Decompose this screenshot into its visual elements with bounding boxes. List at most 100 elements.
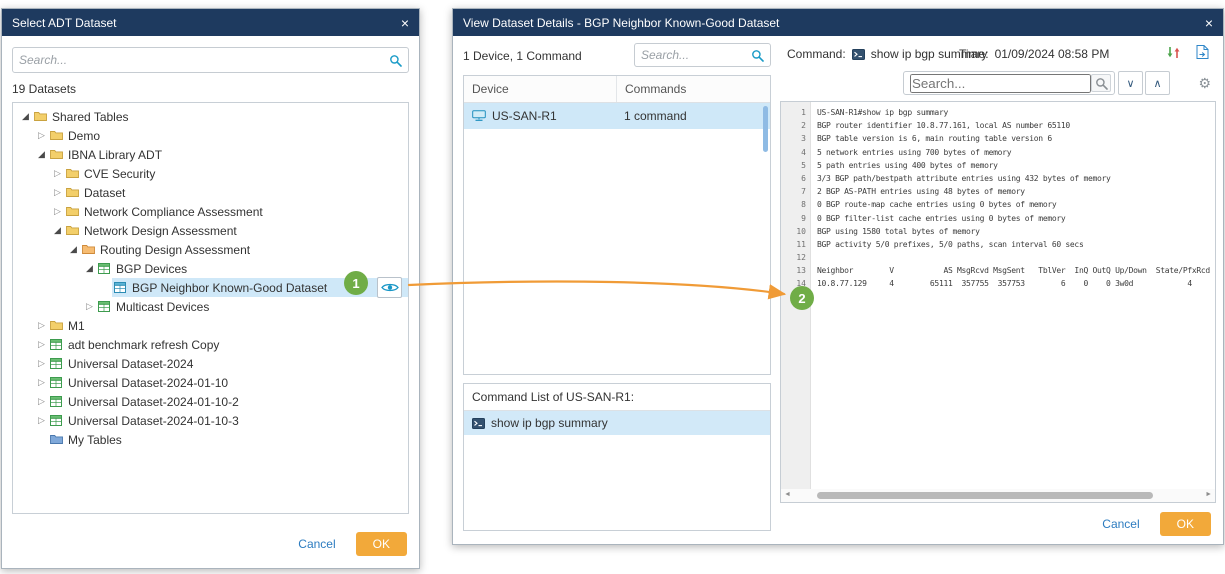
folder-icon: [50, 130, 66, 141]
tree-item-content: CVE Security: [64, 164, 408, 183]
scroll-right-icon[interactable]: ►: [1205, 491, 1212, 498]
tree-item-label: Universal Dataset-2024-01-10-2: [68, 395, 239, 409]
tree-item-label: IBNA Library ADT: [68, 148, 162, 162]
tree-item-universal-dataset-2024[interactable]: ▷ Universal Dataset-2024: [13, 354, 408, 373]
tree-item-network-design-assessment[interactable]: ◢ Network Design Assessment: [13, 221, 408, 240]
device-table-header-commands: Commands: [616, 76, 770, 102]
tree-item-multicast-devices[interactable]: ▷Multicast Devices: [13, 297, 408, 316]
find-in-page-icon[interactable]: [1091, 74, 1111, 92]
command-list-item-show-ip-bgp-summary[interactable]: show ip bgp summary: [464, 411, 770, 435]
device-table-scrollbar[interactable]: [763, 106, 768, 152]
select-dialog-title: Select ADT Dataset: [12, 16, 117, 30]
tree-item-my-tables[interactable]: My Tables: [13, 430, 408, 449]
scroll-left-icon[interactable]: ◄: [784, 491, 791, 498]
dataset-count-label: 19 Datasets: [12, 82, 76, 96]
code-line: Neighbor V AS MsgRcvd MsgSent TblVer InQ…: [817, 264, 1215, 277]
expander-icon[interactable]: ▷: [35, 130, 48, 141]
tree-item-label: Universal Dataset-2024-01-10: [68, 376, 228, 390]
close-icon[interactable]: ×: [401, 16, 409, 30]
tree-item-m1[interactable]: ▷ M1: [13, 316, 408, 335]
table-icon: [50, 358, 66, 369]
code-line: 2 BGP AS-PATH entries using 48 bytes of …: [817, 185, 1215, 198]
tree-item-routing-design-assessment[interactable]: ◢ Routing Design Assessment: [13, 240, 408, 259]
expander-icon[interactable]: ◢: [83, 263, 96, 274]
tree-item-universal-dataset-2024-01-10[interactable]: ▷ Universal Dataset-2024-01-10: [13, 373, 408, 392]
command-list-panel: Command List of US-SAN-R1: show ip bgp s…: [463, 383, 771, 531]
expander-icon[interactable]: ◢: [51, 225, 64, 236]
tree-item-content: Universal Dataset-2024-01-10: [48, 373, 408, 392]
tree-item-cve-security[interactable]: ▷CVE Security: [13, 164, 408, 183]
output-hscrollbar[interactable]: ◄ ►: [781, 489, 1215, 502]
expander-icon[interactable]: ▷: [35, 377, 48, 388]
expander-icon[interactable]: ▷: [51, 187, 64, 198]
folder-icon: [50, 320, 66, 331]
command-list-items: show ip bgp summary: [464, 411, 770, 435]
folder-icon: [66, 187, 82, 198]
eye-icon: [381, 282, 399, 293]
tree-item-label: BGP Devices: [116, 262, 187, 276]
device-name: US-SAN-R1: [492, 109, 557, 123]
command-label: Command:: [787, 47, 846, 61]
tree-item-label: Routing Design Assessment: [100, 243, 250, 257]
code-line-number: 7: [781, 185, 806, 198]
code-line: BGP using 1580 total bytes of memory: [817, 225, 1215, 238]
expander-icon[interactable]: ◢: [35, 149, 48, 160]
tree-item-label: Universal Dataset-2024: [68, 357, 193, 371]
select-dialog-titlebar: Select ADT Dataset ×: [2, 9, 419, 36]
find-next-button[interactable]: ∨: [1118, 71, 1143, 95]
tree-item-dataset[interactable]: ▷Dataset: [13, 183, 408, 202]
view-dataset-details-dialog: View Dataset Details - BGP Neighbor Know…: [452, 8, 1224, 545]
tree-item-label: Network Design Assessment: [84, 224, 237, 238]
tree-item-content: Universal Dataset-2024: [48, 354, 408, 373]
expander-icon[interactable]: ▷: [83, 301, 96, 312]
command-header: Command: show ip bgp summary: [787, 47, 987, 61]
dataset-search-input[interactable]: [19, 53, 385, 67]
expander-icon[interactable]: ▷: [51, 168, 64, 179]
code-line-number: 13: [781, 264, 806, 277]
export-icon[interactable]: [1196, 45, 1209, 59]
folder-icon: [66, 225, 82, 236]
code-line-number: 4: [781, 146, 806, 159]
expander-icon[interactable]: ▷: [35, 415, 48, 426]
code-line: 5 network entries using 700 bytes of mem…: [817, 146, 1215, 159]
output-search-input[interactable]: [910, 74, 1091, 93]
ok-button[interactable]: OK: [1160, 512, 1211, 536]
view-dataset-eye-button[interactable]: [377, 277, 402, 298]
expander-icon[interactable]: ▷: [35, 396, 48, 407]
screenshot-page: Select ADT Dataset × 19 Datasets ◢Shared…: [0, 0, 1225, 574]
ok-button[interactable]: OK: [356, 532, 407, 556]
close-icon[interactable]: ×: [1205, 16, 1213, 30]
tree-item-network-compliance-assessment[interactable]: ▷Network Compliance Assessment: [13, 202, 408, 221]
compare-icon[interactable]: [1166, 46, 1181, 59]
tree-item-label: M1: [68, 319, 85, 333]
expander-icon[interactable]: ▷: [35, 358, 48, 369]
device-row-us-san-r1[interactable]: US-SAN-R11 command: [464, 103, 770, 129]
cancel-button[interactable]: Cancel: [298, 537, 335, 551]
expander-icon[interactable]: ◢: [67, 244, 80, 255]
expander-icon[interactable]: ◢: [19, 111, 32, 122]
folder-icon: [66, 206, 82, 217]
expander-icon[interactable]: ▷: [35, 320, 48, 331]
code-line: BGP table version is 6, main routing tab…: [817, 132, 1215, 145]
tree-item-universal-dataset-2024-01-10-3[interactable]: ▷Universal Dataset-2024-01-10-3: [13, 411, 408, 430]
expander-icon[interactable]: ▷: [35, 339, 48, 350]
chevron-up-icon: ∧: [1153, 77, 1161, 90]
cancel-button[interactable]: Cancel: [1102, 517, 1139, 531]
tree-item-content: Network Design Assessment: [64, 221, 408, 240]
scrollbar-thumb[interactable]: [817, 492, 1153, 499]
expander-icon[interactable]: ▷: [51, 206, 64, 217]
output-search-box: [903, 71, 1115, 95]
code-line-number: 8: [781, 198, 806, 211]
tree-item-shared-tables[interactable]: ◢Shared Tables: [13, 107, 408, 126]
terminal-icon: [472, 418, 485, 429]
tree-item-demo[interactable]: ▷Demo: [13, 126, 408, 145]
tree-item-adt-benchmark-refresh-copy[interactable]: ▷adt benchmark refresh Copy: [13, 335, 408, 354]
code-line: 0 BGP filter-list cache entries using 0 …: [817, 212, 1215, 225]
tree-item-universal-dataset-2024-01-10-2[interactable]: ▷ Universal Dataset-2024-01-10-2: [13, 392, 408, 411]
code-line: 10.8.77.129 4 65111 357755 357753 6 0 0 …: [817, 277, 1215, 290]
code-line: US-SAN-R1#show ip bgp summary: [817, 106, 1215, 119]
find-prev-button[interactable]: ∧: [1145, 71, 1170, 95]
device-search-input[interactable]: [641, 48, 747, 62]
settings-gear-icon[interactable]: ⚙: [1198, 75, 1211, 92]
tree-item-ibna-library-adt[interactable]: ◢ IBNA Library ADT: [13, 145, 408, 164]
